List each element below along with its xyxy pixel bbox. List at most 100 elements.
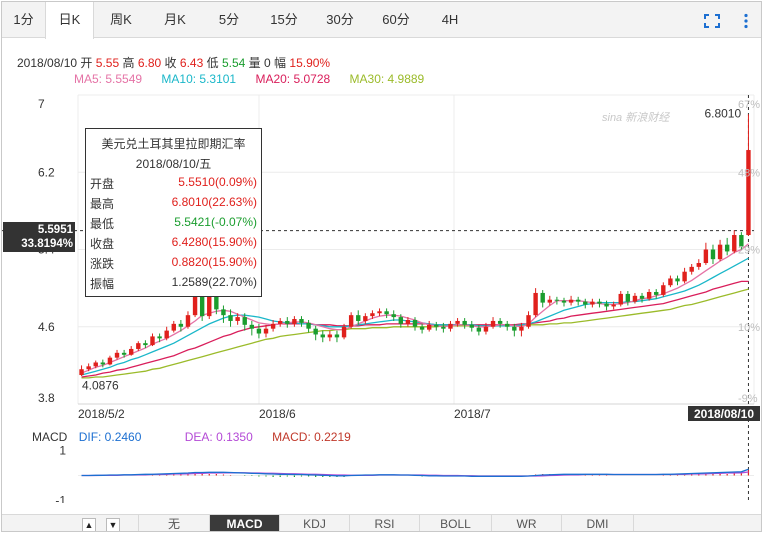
fullscreen-icon[interactable] xyxy=(704,14,720,28)
candle-body xyxy=(724,244,730,252)
candle-body xyxy=(597,301,602,304)
candle xyxy=(732,230,737,254)
candle-body xyxy=(639,295,645,299)
candle xyxy=(575,296,581,306)
tab-30min[interactable]: 30分 xyxy=(312,2,368,38)
candle-body xyxy=(575,299,581,302)
crosshair-percent: 33.8194% xyxy=(21,238,73,250)
candle xyxy=(710,244,716,264)
candle xyxy=(505,320,510,331)
ma10-label: MA10: 5.3101 xyxy=(161,72,237,86)
low-label: 低 xyxy=(206,56,219,70)
candle-body xyxy=(150,336,155,346)
candle-body xyxy=(100,362,106,365)
tooltip-row-change: 涨跌 0.8820(15.90%) xyxy=(90,255,259,273)
quote-date: 2018/08/10 xyxy=(17,56,78,70)
tab-5min[interactable]: 5分 xyxy=(202,2,256,38)
tab-monthly-k[interactable]: 月K xyxy=(148,2,202,38)
candle xyxy=(583,298,588,309)
tooltip-value: 6.8010(22.63%) xyxy=(171,195,257,209)
candle xyxy=(426,320,432,332)
tab-daily-k[interactable]: 日K xyxy=(45,2,94,39)
candle-body xyxy=(717,244,723,260)
macd-dif: DIF: 0.2460 xyxy=(78,430,142,444)
candle-body xyxy=(625,293,631,302)
candle-body xyxy=(434,324,439,327)
tooltip-date: 2018/08/10/五 xyxy=(135,157,212,171)
tooltip-key: 涨跌 xyxy=(90,257,115,271)
indicator-tab-rsi[interactable]: RSI xyxy=(350,515,420,531)
indicator-tab-kdj[interactable]: KDJ xyxy=(280,515,350,531)
candle-body xyxy=(285,320,290,324)
candle-body xyxy=(320,334,325,338)
candle xyxy=(107,355,113,366)
candle xyxy=(150,333,155,347)
candle-body xyxy=(441,326,446,329)
candle xyxy=(661,282,666,297)
more-vertical-icon[interactable] xyxy=(743,13,749,29)
tooltip-row-open: 开盘 5.5510(0.09%) xyxy=(90,175,259,193)
candle-body xyxy=(185,315,191,327)
candle-body xyxy=(497,320,503,324)
x-tick-label: 2018/6 xyxy=(259,407,296,421)
candle-body xyxy=(121,352,127,355)
scroll-up-button[interactable]: ▲ xyxy=(82,518,96,531)
candle-body xyxy=(93,362,98,367)
change-label: 幅 xyxy=(274,56,287,70)
candle-body xyxy=(391,314,396,318)
tab-60min[interactable]: 60分 xyxy=(368,2,424,38)
candle-body xyxy=(689,266,694,272)
macd-y-tick-label: -1 xyxy=(55,494,66,504)
watermark: sina 新浪财经 xyxy=(602,111,670,124)
candle xyxy=(675,275,680,286)
candle-body xyxy=(419,326,425,330)
candle xyxy=(696,259,701,270)
macd-dea: DEA: 0.1350 xyxy=(184,430,253,444)
volume-value: 0 xyxy=(264,56,271,70)
tab-1min[interactable]: 1分 xyxy=(2,2,45,38)
candle-body xyxy=(540,292,545,303)
high-value: 6.80 xyxy=(137,56,162,70)
tooltip-key: 最低 xyxy=(90,217,115,231)
high-label: 高 xyxy=(122,56,135,70)
candle-body xyxy=(356,315,361,321)
candle-body xyxy=(661,285,666,295)
candle-body xyxy=(114,352,120,358)
indicator-tabbar: ▲ ▼ 无 MACD KDJ RSI BOLL WR DMI xyxy=(2,514,761,531)
scroll-down-button[interactable]: ▼ xyxy=(106,518,120,531)
macd-legend: MACD DIF: 0.2460 DEA: 0.1350 MACD: 0.221… xyxy=(32,430,351,444)
candle-body xyxy=(590,301,595,305)
candle-body xyxy=(455,320,460,324)
candle xyxy=(292,316,297,327)
ma30-line xyxy=(81,288,749,379)
candle-body xyxy=(334,334,340,338)
candle-body xyxy=(412,319,418,327)
tooltip-key: 收盘 xyxy=(90,237,115,251)
candle xyxy=(434,321,439,331)
candle-body xyxy=(313,328,318,335)
tab-4h[interactable]: 4H xyxy=(424,2,476,38)
indicator-tab-boll[interactable]: BOLL xyxy=(420,515,492,531)
indicator-tab-dmi[interactable]: DMI xyxy=(562,515,634,531)
macd-value: MACD: 0.2219 xyxy=(272,430,351,444)
low-value: 5.54 xyxy=(221,56,246,70)
ma-legend: MA5: 5.5549 MA10: 5.3101 MA20: 5.0728 MA… xyxy=(74,72,424,86)
svg-text:sina 新浪财经: sina 新浪财经 xyxy=(602,111,670,124)
candle xyxy=(561,297,567,307)
tab-15min[interactable]: 15分 xyxy=(256,2,312,38)
candle xyxy=(590,298,595,308)
candle-body xyxy=(370,313,375,317)
indicator-tab-none[interactable]: 无 xyxy=(138,515,210,531)
candle xyxy=(285,317,290,328)
tab-weekly-k[interactable]: 周K xyxy=(94,2,148,38)
candle xyxy=(448,320,453,332)
indicator-tab-wr[interactable]: WR xyxy=(492,515,562,531)
tooltip-row-high: 最高 6.8010(22.63%) xyxy=(90,195,259,213)
candle-body xyxy=(256,328,262,334)
macd-title: MACD xyxy=(32,430,68,444)
indicator-tab-macd[interactable]: MACD xyxy=(210,515,280,531)
candle-body xyxy=(292,319,297,324)
candle-body xyxy=(221,309,226,316)
candle-body xyxy=(675,278,680,282)
candle xyxy=(682,267,687,284)
